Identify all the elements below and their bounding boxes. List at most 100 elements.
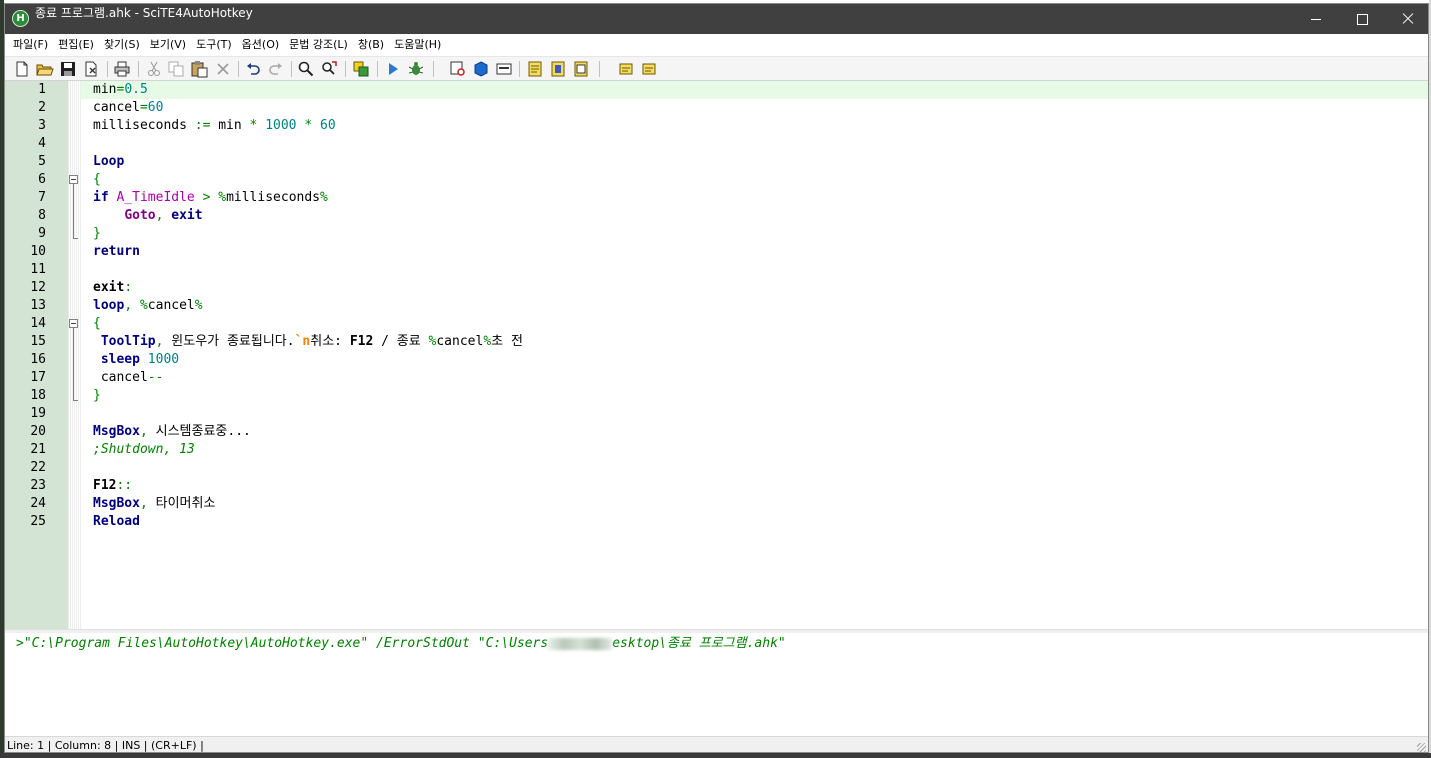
code-line[interactable]: 20 MsgBox, 시스템종료중... (5, 423, 1428, 441)
code-line[interactable]: 8 Goto, exit (5, 207, 1428, 225)
line-number: 12 (30, 280, 46, 295)
code-line[interactable]: 21 ;Shutdown, 13 (5, 441, 1428, 459)
debug-icon[interactable] (407, 60, 425, 78)
code-token: cancel (93, 100, 140, 115)
menu-file[interactable]: 파일(F) (8, 35, 53, 55)
code-token: = (139, 100, 148, 115)
code-text: cancel=60 (93, 99, 163, 117)
code-line[interactable]: 23 F12:: (5, 477, 1428, 495)
code-token: } (93, 226, 101, 241)
menu-language[interactable]: 문법 강조(L) (284, 35, 353, 55)
code-line[interactable]: 5 Loop (5, 153, 1428, 171)
code-line[interactable]: 1 min=0.5 (5, 81, 1428, 99)
code-text: if A_TimeIdle > %milliseconds% (93, 189, 328, 207)
code-line[interactable]: 6{ (5, 171, 1428, 189)
close-file-icon[interactable] (82, 60, 100, 78)
code-line[interactable]: 10 return (5, 243, 1428, 261)
compile-icon[interactable] (352, 60, 370, 78)
status-bar: Line: 1 | Column: 8 | INS | (CR+LF) | (5, 736, 1428, 752)
close-button[interactable] (1385, 4, 1428, 34)
code-token: Reload (93, 514, 140, 529)
code-text: Goto, exit (93, 207, 202, 225)
code-text: F12:: (93, 477, 132, 495)
window-spy-icon[interactable] (449, 60, 467, 78)
code-text: milliseconds := min * 1000 * 60 (93, 117, 336, 135)
save-icon[interactable] (59, 60, 77, 78)
undo-icon[interactable] (244, 60, 262, 78)
code-line[interactable]: 24 MsgBox, 타이머취소 (5, 495, 1428, 513)
script-icon-5[interactable] (640, 60, 658, 78)
menu-tools[interactable]: 도구(T) (191, 35, 237, 55)
delete-icon[interactable] (214, 60, 232, 78)
status-text: Line: 1 | Column: 8 | INS | (CR+LF) | (7, 739, 204, 752)
menu-edit[interactable]: 편집(E) (53, 35, 99, 55)
code-editor[interactable]: 1 min=0.5 2 cancel=60 3 milliseconds := min *… (5, 81, 1428, 629)
code-token: `n (294, 334, 311, 349)
code-text: MsgBox, 시스템종료중... (93, 423, 251, 441)
output-command-suffix: esktop\종료 프로그램.ahk" (612, 636, 786, 651)
code-line[interactable]: 4 (5, 135, 1428, 153)
code-line[interactable]: 9} (5, 225, 1428, 243)
print-icon[interactable] (113, 60, 131, 78)
code-line[interactable]: 14 { (5, 315, 1428, 333)
script-icon-3[interactable] (572, 60, 590, 78)
maximize-icon (1356, 13, 1368, 25)
minimize-button[interactable] (1293, 4, 1339, 34)
copy-icon[interactable] (167, 60, 185, 78)
code-token: MsgBox (93, 496, 140, 511)
menu-options[interactable]: 옵션(O) (237, 35, 284, 55)
menu-view[interactable]: 보기(V) (145, 35, 191, 55)
code-line[interactable]: 12 exit: (5, 279, 1428, 297)
code-text: } (93, 225, 101, 243)
code-line[interactable]: 7 if A_TimeIdle > %milliseconds% (5, 189, 1428, 207)
object-browser-icon[interactable] (472, 60, 490, 78)
script-icon-1[interactable] (526, 60, 544, 78)
code-line[interactable]: 13 loop, %cancel% (5, 297, 1428, 315)
maximize-button[interactable] (1339, 4, 1385, 34)
code-token: 타이머취소 (147, 496, 216, 511)
title-bar[interactable]: H 종료 프로그램.ahk - SciTE4AutoHotkey (5, 4, 1428, 34)
menu-search[interactable]: 찾기(S) (99, 35, 145, 55)
code-line[interactable]: 3 milliseconds := min * 1000 * 60 (5, 117, 1428, 135)
line-number: 3 (38, 118, 46, 133)
code-line[interactable]: 25 Reload (5, 513, 1428, 531)
code-token: { (93, 172, 101, 187)
redo-icon[interactable] (267, 60, 285, 78)
script-icon-2[interactable] (549, 60, 567, 78)
script-icon-4[interactable] (617, 60, 635, 78)
code-line[interactable]: 18} (5, 387, 1428, 405)
code-token: cancel (147, 298, 195, 313)
output-pane[interactable]: >"C:\Program Files\AutoHotkey\AutoHotkey… (5, 633, 1428, 736)
paste-icon[interactable] (190, 60, 208, 78)
code-token: % (320, 190, 328, 205)
code-line[interactable]: 15 ToolTip, 윈도우가 종료됩니다.`n취소: F12 / 종료 %c… (5, 333, 1428, 351)
menu-help[interactable]: 도움말(H) (389, 35, 446, 55)
code-line[interactable]: 16 sleep 1000 (5, 351, 1428, 369)
new-file-icon[interactable] (13, 60, 31, 78)
replace-icon[interactable] (320, 60, 338, 78)
resize-grip-icon[interactable] (1417, 743, 1426, 752)
find-icon[interactable] (297, 60, 315, 78)
line-number: 13 (30, 298, 46, 313)
code-line[interactable]: 22 (5, 459, 1428, 477)
line-number: 16 (30, 352, 46, 367)
code-text: sleep 1000 (93, 351, 179, 369)
code-token: % (139, 298, 148, 313)
output-command-line: >"C:\Program Files\AutoHotkey\AutoHotkey… (16, 635, 786, 653)
menu-buffers[interactable]: 창(B) (353, 35, 389, 55)
window-title: 종료 프로그램.ahk - SciTE4AutoHotkey (35, 6, 253, 20)
code-line[interactable]: 17 cancel-- (5, 369, 1428, 387)
cut-icon[interactable] (145, 60, 163, 78)
code-line[interactable]: 11 (5, 261, 1428, 279)
code-token: { (93, 316, 101, 331)
code-line[interactable]: 2 cancel=60 (5, 99, 1428, 117)
toolbar-separator (107, 61, 108, 77)
autohotkey-app-icon[interactable]: H (12, 10, 29, 27)
code-token: 윈도우가 종료됩니다. (163, 334, 295, 349)
toolbox-icon[interactable] (495, 60, 513, 78)
run-icon[interactable] (384, 60, 402, 78)
code-line[interactable]: 19 (5, 405, 1428, 423)
open-file-icon[interactable] (36, 60, 54, 78)
code-token: % (194, 298, 203, 313)
